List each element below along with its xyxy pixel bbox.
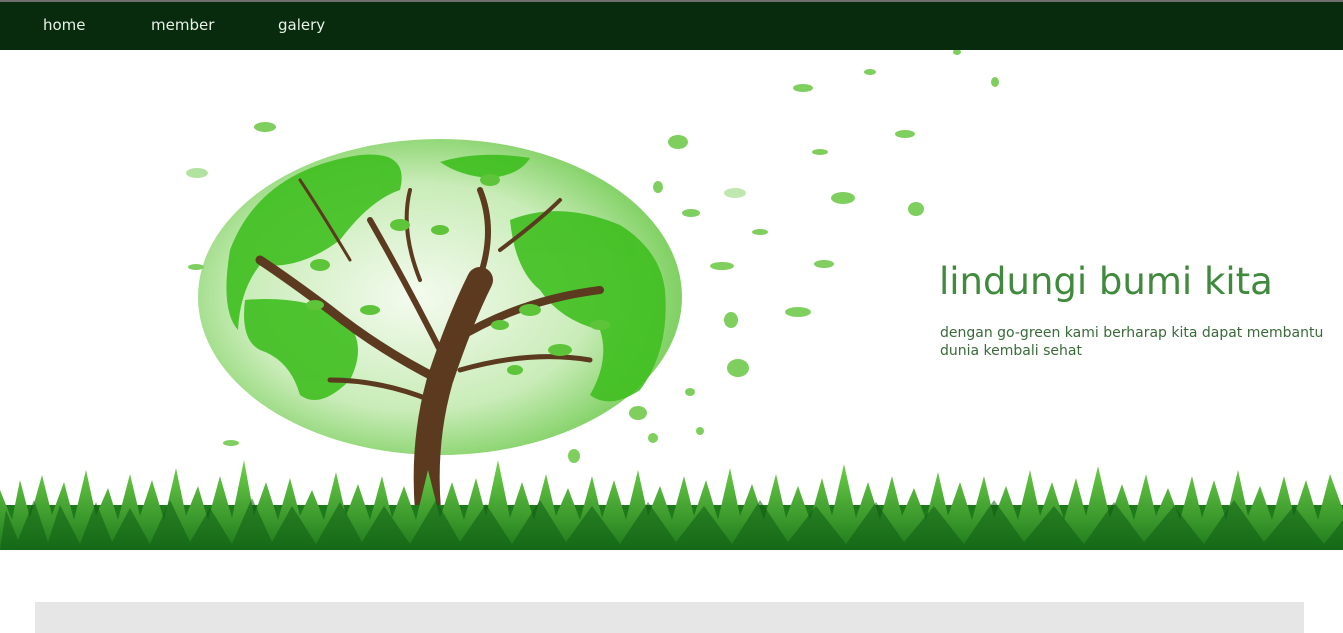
nav-link-home[interactable]: home	[43, 16, 86, 34]
content-panel	[35, 602, 1304, 633]
nav-link-galery[interactable]: galery	[278, 16, 325, 34]
hero-title: lindungi bumi kita	[939, 260, 1273, 303]
grass	[0, 460, 1343, 550]
hero-description: dengan go-green kami berharap kita dapat…	[940, 325, 1324, 359]
hero-banner: lindungi bumi kita dengan go-green kami …	[0, 50, 1343, 550]
top-navbar: home member galery	[0, 2, 1343, 50]
nav-link-member[interactable]: member	[151, 16, 214, 34]
